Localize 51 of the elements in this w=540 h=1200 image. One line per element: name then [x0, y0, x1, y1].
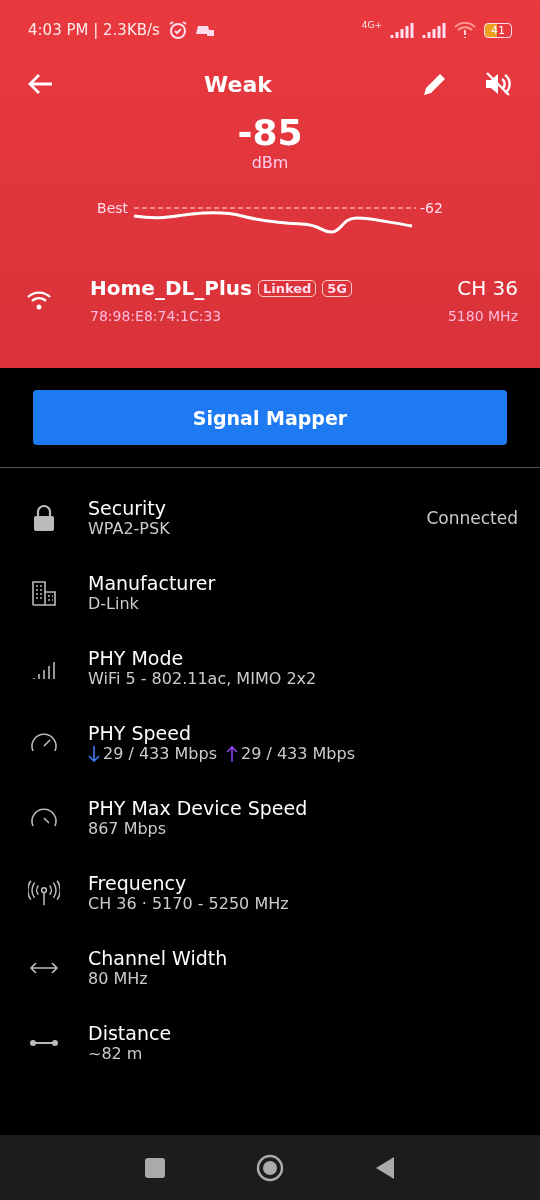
detail-label: PHY Max Device Speed — [88, 797, 309, 819]
network-name: Home_DL_Plus — [90, 276, 252, 300]
back-nav-button[interactable] — [374, 1155, 396, 1180]
best-value: -62 — [420, 200, 443, 216]
signal-quality-title: Weak — [203, 71, 273, 97]
detail-value: WiFi 5 - 802.11ac, MIMO 2x2 — [88, 669, 318, 688]
detail-value: WPA2-PSK — [88, 519, 171, 538]
cell-signal-icon — [390, 22, 414, 38]
detail-label: Frequency — [88, 872, 188, 894]
down-arrow-icon — [88, 744, 100, 763]
signal-mapper-button[interactable]: Signal Mapper — [33, 390, 507, 445]
network-badge: Linked — [257, 279, 317, 297]
best-label: Best — [97, 200, 129, 216]
wifi-alert-icon — [454, 22, 476, 38]
detail-value: CH 36 · 5170 - 5250 MHz — [88, 894, 290, 913]
signal-strength-value: -85 — [237, 112, 303, 153]
signal-unit: dBm — [251, 153, 289, 172]
double-arrow-icon — [29, 960, 59, 975]
home-button[interactable] — [256, 1153, 284, 1182]
detail-label: Manufacturer — [88, 572, 217, 594]
detail-label: PHY Mode — [88, 647, 185, 669]
detail-value: 80 MHz — [88, 969, 149, 988]
back-arrow-icon — [28, 73, 54, 95]
recents-button[interactable] — [144, 1156, 166, 1179]
wifi-icon — [26, 289, 52, 311]
network-badge: 5G — [322, 279, 353, 297]
channel: CH 36 — [457, 276, 518, 300]
lock-icon — [32, 503, 56, 532]
detail-label: Distance — [88, 1022, 173, 1044]
upload-speed: 29 / 433 Mbps — [241, 744, 355, 763]
detail-label: Channel Width — [88, 947, 229, 969]
detail-value: ~82 m — [88, 1044, 144, 1063]
bssid: 78:98:E8:74:1C:33 — [90, 308, 223, 324]
download-speed: 29 / 433 Mbps — [103, 744, 217, 763]
connection-status: Connected — [426, 507, 518, 528]
antenna-icon — [28, 878, 60, 907]
frequency: 5180 MHz — [447, 308, 518, 324]
status-time: 4:03 PM | 2.3KB/s — [28, 21, 160, 39]
detail-label: PHY Speed — [88, 722, 192, 744]
up-arrow-icon — [226, 744, 238, 763]
cell-signal-icon — [422, 22, 446, 38]
detail-value: D-Link — [88, 594, 140, 613]
detail-value: 867 Mbps — [88, 819, 168, 838]
building-icon — [31, 579, 57, 606]
alarm-icon — [167, 20, 188, 40]
muted-speaker-icon — [484, 71, 512, 97]
battery-icon: 41 — [484, 22, 512, 38]
pencil-icon — [422, 71, 448, 97]
detail-label: Security — [88, 497, 168, 519]
network-type: 4G+ — [361, 20, 382, 30]
distance-icon — [29, 1037, 59, 1048]
